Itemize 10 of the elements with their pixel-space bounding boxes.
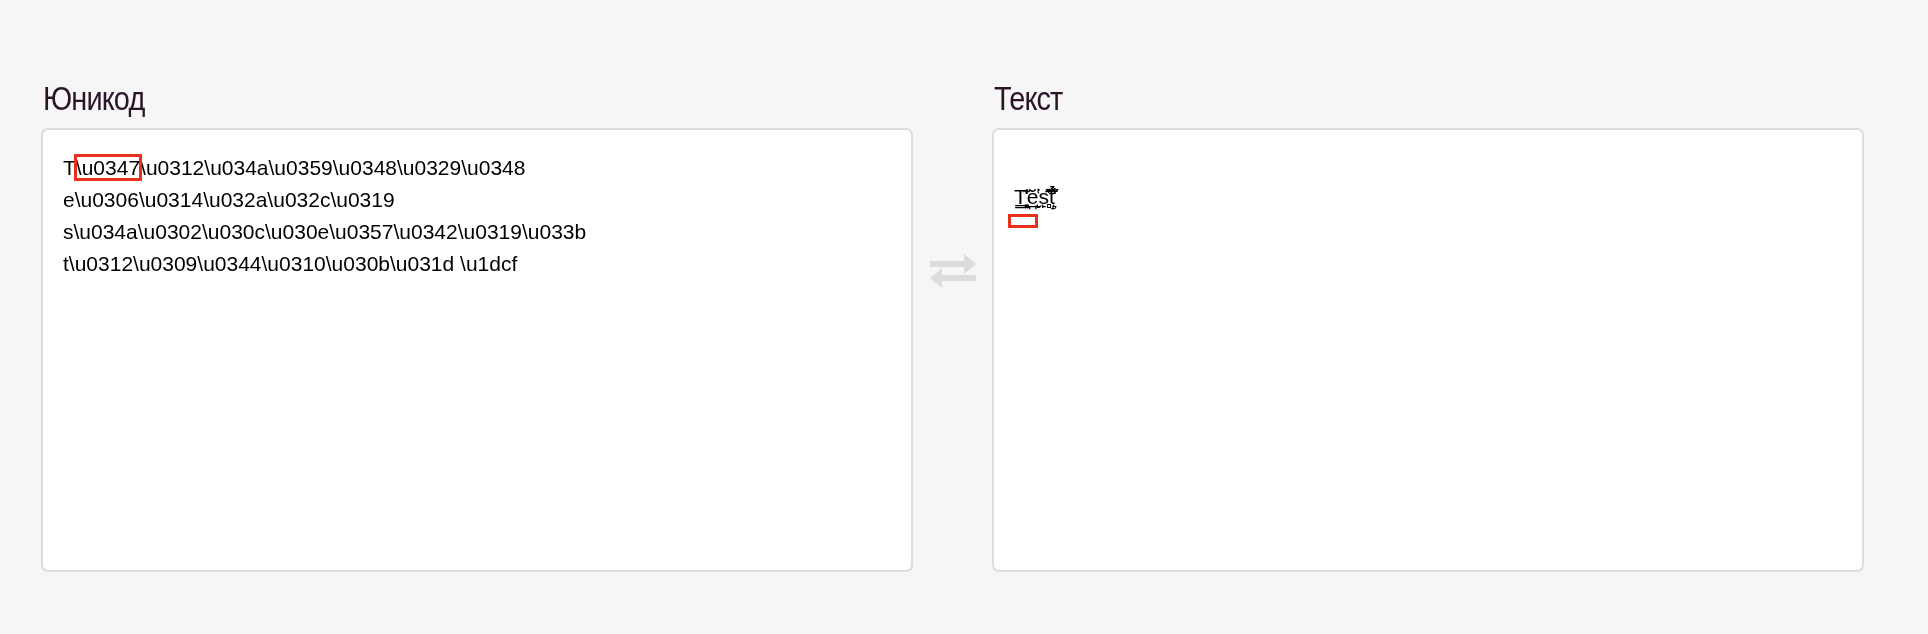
text-output-field[interactable]: T͇͙͈̩͈̒͊ĕ̪̬̙̔s̙̻͊̂̌̎͗͂t̝̒̉̈́̐̋ ᷏ (992, 128, 1864, 572)
panel-heading: Текст (994, 78, 1064, 118)
panel-heading: Юникод (43, 78, 146, 118)
swap-arrows-icon[interactable] (929, 254, 976, 288)
text-line: e\u0306\u0314\u032a\u032c\u0319 (63, 188, 395, 211)
text-line: \u0312\u034a\u0359\u0348\u0329\u0348 (140, 156, 526, 179)
highlighted-text: \u0347 (75, 156, 141, 179)
text-line: s\u034a\u0302\u030c\u030e\u0357\u0342\u0319\u033b (63, 220, 587, 243)
text-line: t\u0312\u0309\u0344\u0310\u030b\u031d \u1dcf (63, 252, 518, 275)
decoded-text: T͇͙͈̩͈̒͊ĕ̪̬̙̔s̙̻͊̂̌̎͗͂t̝̒̉̈́̐̋ ᷏ (1014, 185, 1060, 208)
